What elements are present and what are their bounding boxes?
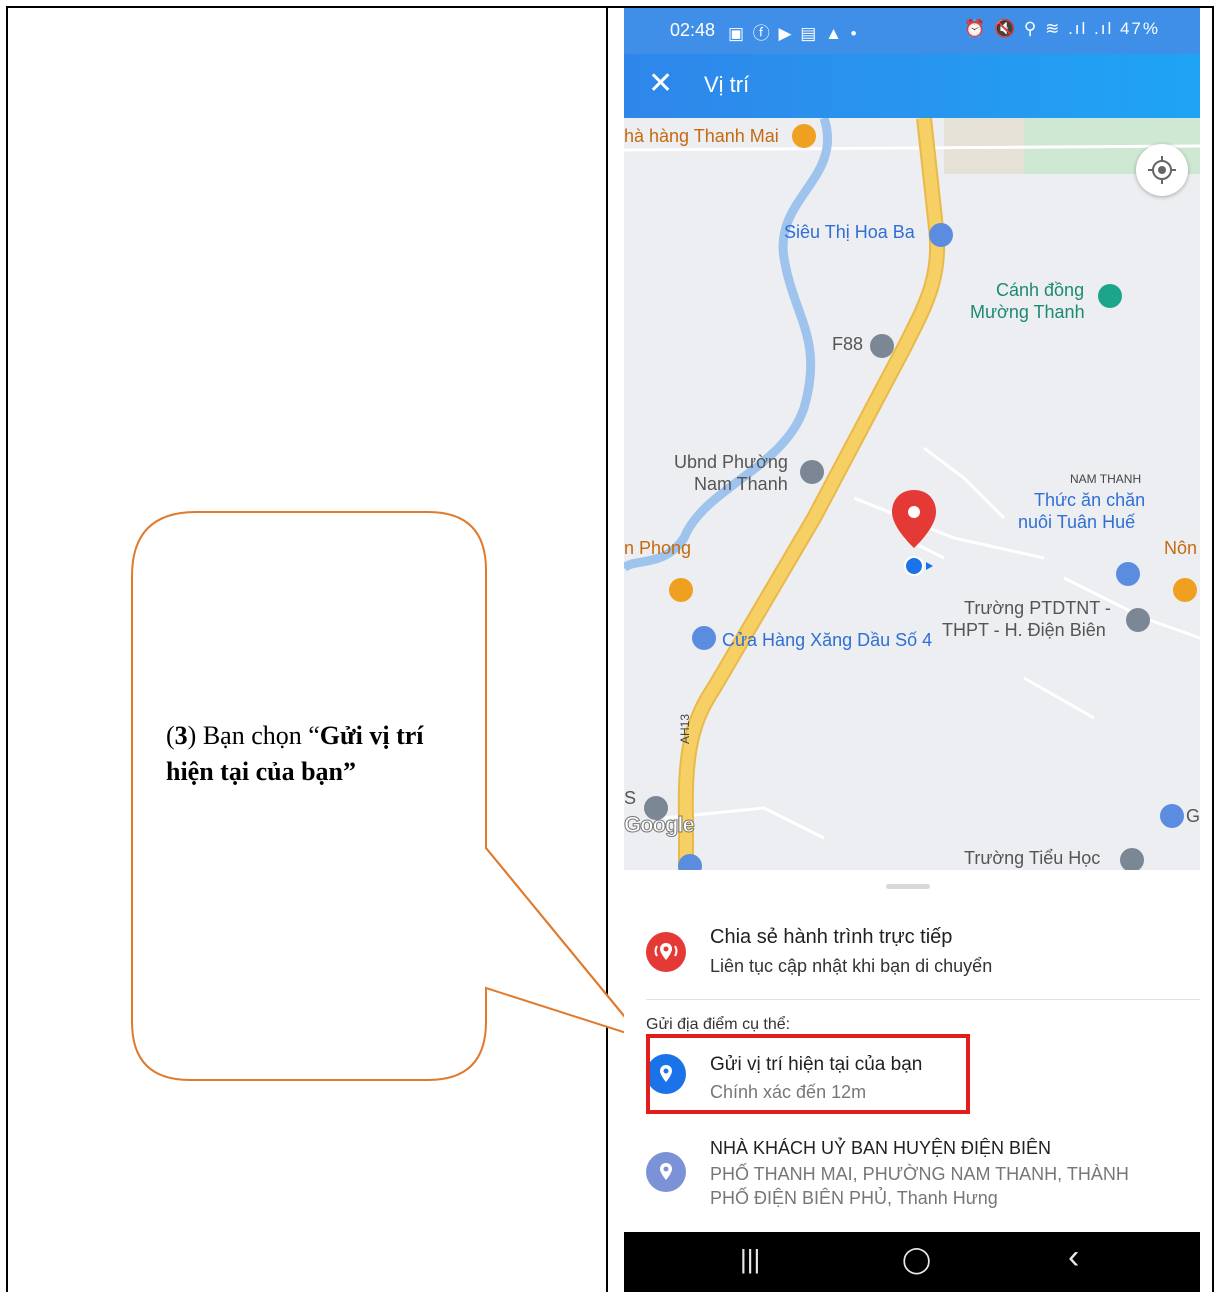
status-time: 02:48 <box>670 20 716 40</box>
back-button[interactable]: ‹ <box>1068 1238 1079 1277</box>
live-location-icon <box>646 932 686 972</box>
map-label-ubnd: Ubnd Phường <box>674 452 788 472</box>
notification-icons: ▣ ⓕ ▶ ▤ ▲ • <box>728 24 859 43</box>
signal-icons: ⏰ 🔇 ⚲ ≋ .ıl .ıl <box>964 19 1114 38</box>
google-logo: Google <box>624 812 695 838</box>
map-view[interactable]: hà hàng Thanh Mai Siêu Thị Hoa Ba Cánh đ… <box>624 118 1200 870</box>
map-label-g: G <box>1186 806 1200 826</box>
place-pin-icon <box>646 1152 686 1192</box>
system-nav-bar: ||| ◯ ‹ <box>624 1232 1200 1292</box>
system-status-icons: ⏰ 🔇 ⚲ ≋ .ıl .ıl 47% <box>964 19 1160 39</box>
nearby-place-option[interactable]: NHÀ KHÁCH UỶ BAN HUYỆN ĐIỆN BIÊN PHỐ THA… <box>624 1130 1200 1220</box>
map-label-ubnd-nam-thanh: Nam Thanh <box>694 474 788 494</box>
table-divider <box>606 6 608 1292</box>
sheet-divider <box>646 999 1200 1000</box>
live-location-option[interactable]: Chia sẻ hành trình trực tiếp Liên tục cậ… <box>624 918 1200 988</box>
map-label-tuan-hue: nuôi Tuân Huế <box>1018 512 1136 532</box>
section-label: Gửi địa điểm cụ thể: <box>646 1016 791 1033</box>
sheet-drag-handle[interactable] <box>886 884 930 889</box>
callout-prefix: ( <box>166 721 175 750</box>
map-label-f88: F88 <box>832 334 864 354</box>
crosshair-icon <box>1148 156 1176 184</box>
map-label-ah13: AH13 <box>678 713 693 745</box>
map-label-s: S <box>624 788 637 808</box>
live-location-subtitle: Liên tục cập nhật khi bạn di chuyển <box>710 956 993 976</box>
map-label-thanh-mai: hà hàng Thanh Mai <box>624 126 779 146</box>
bottom-sheet: Chia sẻ hành trình trực tiếp Liên tục cậ… <box>624 870 1200 1232</box>
map-label-non: Nôn <box>1164 538 1198 558</box>
callout-instruction: (3) Bạn chọn “Gửi vị trí hiện tại của bạ… <box>166 718 466 791</box>
status-bar: 02:48 ▣ ⓕ ▶ ▤ ▲ • ⏰ 🔇 ⚲ ≋ .ıl .ıl 47% <box>624 8 1200 54</box>
close-icon[interactable]: ✕ <box>648 66 673 102</box>
map-label-truong: Trường PTDTNT - <box>964 598 1111 618</box>
home-button[interactable]: ◯ <box>902 1244 931 1275</box>
place-address-line-2: PHỐ ĐIỆN BIÊN PHỦ, Thanh Hưng <box>710 1188 998 1208</box>
map-label-thpt: THPT - H. Điện Biên <box>942 620 1106 640</box>
callout-step-number: 3 <box>174 721 188 750</box>
map-label-cua-hang: Cửa Hàng Xăng Dầu Số 4 <box>722 630 933 650</box>
my-location-button[interactable] <box>1136 144 1188 196</box>
map-label-thuc-an: Thức ăn chăn <box>1034 490 1146 510</box>
map-label-nam-thanh-area: NAM THANH <box>1070 472 1142 486</box>
callout-middle-text: ) Bạn chọn “ <box>187 721 320 750</box>
map-label-phong: n Phong <box>624 538 692 558</box>
map-label-tieu-hoc: Trường Tiểu Học <box>964 848 1101 868</box>
place-title: NHÀ KHÁCH UỶ BAN HUYỆN ĐIỆN BIÊN <box>710 1138 1052 1158</box>
recents-button[interactable]: ||| <box>740 1244 760 1275</box>
phone-screen: 02:48 ▣ ⓕ ▶ ▤ ▲ • ⏰ 🔇 ⚲ ≋ .ıl .ıl 47% ✕ … <box>624 8 1200 1292</box>
place-address-line-1: PHỐ THANH MAI, PHƯỜNG NAM THANH, THÀNH <box>710 1164 1129 1184</box>
page-title: Vị trí <box>704 72 750 97</box>
live-location-title: Chia sẻ hành trình trực tiếp <box>710 926 953 948</box>
map-label-muong-thanh: Mường Thanh <box>970 302 1085 322</box>
battery-level: 47% <box>1119 19 1160 38</box>
highlight-box <box>646 1034 970 1114</box>
app-bar: ✕ Vị trí <box>624 54 1200 118</box>
map-label-sieu-thi: Siêu Thị Hoa Ba <box>784 222 915 242</box>
map-label-canh-dong: Cánh đồng <box>996 280 1085 300</box>
